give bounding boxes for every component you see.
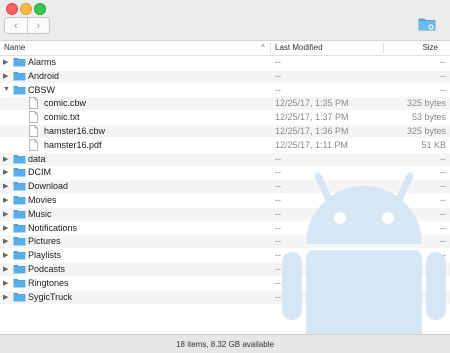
file-browser-window: ‹ › Name ^ Last Modified Size ▶ Alarms -- -… xyxy=(0,0,450,353)
close-window-button[interactable] xyxy=(6,3,18,15)
item-name: Movies xyxy=(28,195,57,205)
chevron-left-icon: ‹ xyxy=(13,19,18,32)
item-modified: 12/25/17, 1:37 PM xyxy=(275,112,349,123)
document-icon xyxy=(29,125,38,137)
folder-icon xyxy=(13,278,26,288)
folder-icon xyxy=(13,182,26,191)
item-size: -- xyxy=(440,70,446,81)
item-name: Music xyxy=(28,208,52,219)
folder-row[interactable]: ▶ Alarms -- -- xyxy=(0,56,450,69)
item-modified: 12/25/17, 1:35 PM xyxy=(275,98,349,109)
modified-column-header[interactable]: Last Modified xyxy=(275,43,323,52)
disclosure-closed-icon[interactable]: ▶ xyxy=(3,168,8,176)
disclosure-closed-icon[interactable]: ▶ xyxy=(3,72,8,80)
disclosure-closed-icon[interactable]: ▶ xyxy=(3,196,8,204)
item-name: hamster16.cbw xyxy=(44,126,106,136)
item-name: CBSW xyxy=(28,84,55,95)
disclosure-closed-icon[interactable]: ▶ xyxy=(3,279,8,287)
item-name: Notifications xyxy=(28,222,78,233)
forward-button[interactable]: › xyxy=(26,18,50,33)
item-size: -- xyxy=(440,84,446,95)
zoom-window-button[interactable] xyxy=(34,3,46,15)
item-name: Android xyxy=(28,70,60,81)
folder-icon xyxy=(13,292,26,302)
android-logo-icon xyxy=(282,172,446,337)
folder-icon xyxy=(13,265,26,274)
item-modified: -- xyxy=(275,84,281,95)
item-size: 53 bytes xyxy=(411,112,446,123)
item-size: 325 bytes xyxy=(406,126,446,136)
disclosure-closed-icon[interactable]: ▶ xyxy=(3,265,8,273)
item-modified: -- xyxy=(275,70,281,81)
folder-icon xyxy=(13,237,26,246)
folder-icon xyxy=(13,71,26,81)
item-name: comic.cbw xyxy=(44,98,87,109)
item-modified: 12/25/17, 1:11 PM xyxy=(275,139,348,150)
folder-icon xyxy=(13,85,26,95)
folder-icon xyxy=(13,196,26,205)
folder-icon xyxy=(13,209,26,219)
item-size: 325 bytes xyxy=(406,98,446,109)
folder-icon xyxy=(13,168,26,177)
file-row[interactable]: hamster16.cbw 12/25/17, 1:36 PM 325 bytes xyxy=(0,125,450,138)
disclosure-closed-icon[interactable]: ▶ xyxy=(3,182,8,190)
item-name: Ringtones xyxy=(28,277,69,288)
item-size: -- xyxy=(440,57,446,67)
item-size: -- xyxy=(440,153,446,164)
item-modified: 12/25/17, 1:36 PM xyxy=(275,126,349,136)
title-bar: ‹ › xyxy=(0,0,450,41)
folder-icon xyxy=(13,223,26,233)
item-modified: -- xyxy=(275,153,281,164)
column-divider[interactable] xyxy=(383,43,384,53)
document-icon xyxy=(29,138,38,151)
item-name: data xyxy=(28,153,46,164)
item-name: SygicTruck xyxy=(28,291,73,302)
item-name: Pictures xyxy=(28,236,61,247)
column-divider[interactable] xyxy=(270,43,271,53)
item-name: Alarms xyxy=(28,57,57,67)
item-modified: -- xyxy=(275,57,281,67)
disclosure-closed-icon[interactable]: ▶ xyxy=(3,155,8,163)
file-row[interactable]: comic.txt 12/25/17, 1:37 PM 53 bytes xyxy=(0,111,450,124)
name-column-header[interactable]: Name xyxy=(4,43,25,52)
folder-row[interactable]: ▶ Android -- -- xyxy=(0,69,450,83)
file-row[interactable]: hamster16.pdf 12/25/17, 1:11 PM 51 KB xyxy=(0,138,450,152)
navigation-buttons: ‹ › xyxy=(4,17,50,34)
back-button[interactable]: ‹ xyxy=(5,18,27,33)
disclosure-closed-icon[interactable]: ▶ xyxy=(3,237,8,245)
item-name: hamster16.pdf xyxy=(44,139,102,150)
disclosure-closed-icon[interactable]: ▶ xyxy=(3,210,8,218)
document-icon xyxy=(29,97,38,110)
status-bar: 18 items, 8.32 GB available xyxy=(0,334,450,353)
new-folder-icon[interactable] xyxy=(418,16,436,31)
item-name: Podcasts xyxy=(28,264,66,274)
minimize-window-button[interactable] xyxy=(20,3,32,15)
item-name: Playlists xyxy=(28,250,62,261)
item-name: DCIM xyxy=(28,167,51,178)
folder-icon xyxy=(13,154,26,164)
item-name: Download xyxy=(28,181,69,192)
document-icon xyxy=(29,111,38,124)
file-row[interactable]: comic.cbw 12/25/17, 1:35 PM 325 bytes xyxy=(0,97,450,111)
item-name: comic.txt xyxy=(44,112,80,123)
folder-row[interactable]: ▶ data -- -- xyxy=(0,152,450,166)
size-column-header[interactable]: Size xyxy=(422,43,438,52)
item-size: 51 KB xyxy=(421,139,446,150)
chevron-right-icon: › xyxy=(36,19,41,32)
folder-icon xyxy=(13,58,26,67)
disclosure-closed-icon[interactable]: ▶ xyxy=(3,224,8,232)
disclosure-closed-icon[interactable]: ▶ xyxy=(3,58,8,66)
folder-row[interactable]: ▼ CBSW -- -- xyxy=(0,84,450,97)
column-header: Name ^ Last Modified Size xyxy=(0,41,450,56)
disclosure-open-icon[interactable]: ▼ xyxy=(3,86,10,93)
folder-icon xyxy=(13,251,26,260)
disclosure-closed-icon[interactable]: ▶ xyxy=(3,293,8,301)
disclosure-closed-icon[interactable]: ▶ xyxy=(3,251,8,259)
sort-indicator-icon: ^ xyxy=(261,43,265,52)
